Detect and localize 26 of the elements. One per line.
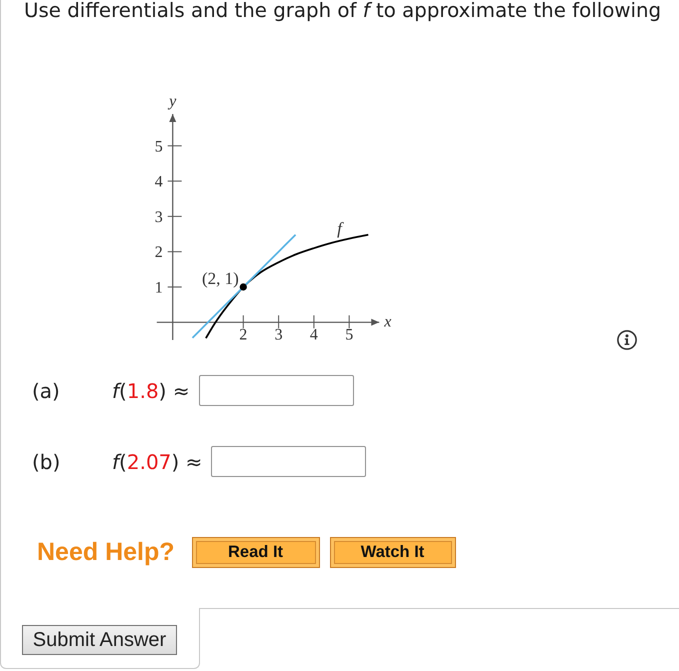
expression-text: f(2.07) ≈ bbox=[112, 450, 202, 474]
axis-label: y bbox=[169, 93, 176, 110]
answer-field[interactable] bbox=[198, 375, 354, 406]
point-label: (2, 1) bbox=[202, 269, 239, 288]
help-button[interactable]: Watch It bbox=[330, 537, 456, 568]
tick-label: 3 bbox=[154, 208, 163, 226]
axis-label: x bbox=[384, 313, 392, 330]
info-icon[interactable] bbox=[617, 330, 637, 350]
submit-button[interactable]: Submit Answer bbox=[22, 625, 177, 655]
answer-field[interactable] bbox=[211, 446, 366, 477]
tick-label: 2 bbox=[239, 326, 248, 344]
tick-label: 2 bbox=[154, 244, 163, 262]
tick-label: 3 bbox=[274, 326, 283, 344]
tick-label: 1 bbox=[154, 280, 163, 296]
question-text: Use differentials and the graph of f to approximate the following bbox=[23, 0, 662, 21]
expression-text: f(1.8) ≈ bbox=[112, 378, 190, 402]
tick-label: 5 bbox=[154, 138, 163, 156]
tick-label: 5 bbox=[345, 326, 354, 344]
part-label: (a) bbox=[32, 378, 61, 402]
point-marker bbox=[240, 283, 247, 291]
help-button[interactable]: Read It bbox=[192, 537, 320, 568]
need-help-heading: Need Help? bbox=[37, 538, 175, 567]
tick-label: 4 bbox=[154, 174, 163, 191]
tick-label: 4 bbox=[310, 326, 318, 344]
curve-label: f bbox=[337, 218, 342, 238]
part-label: (b) bbox=[32, 450, 62, 474]
